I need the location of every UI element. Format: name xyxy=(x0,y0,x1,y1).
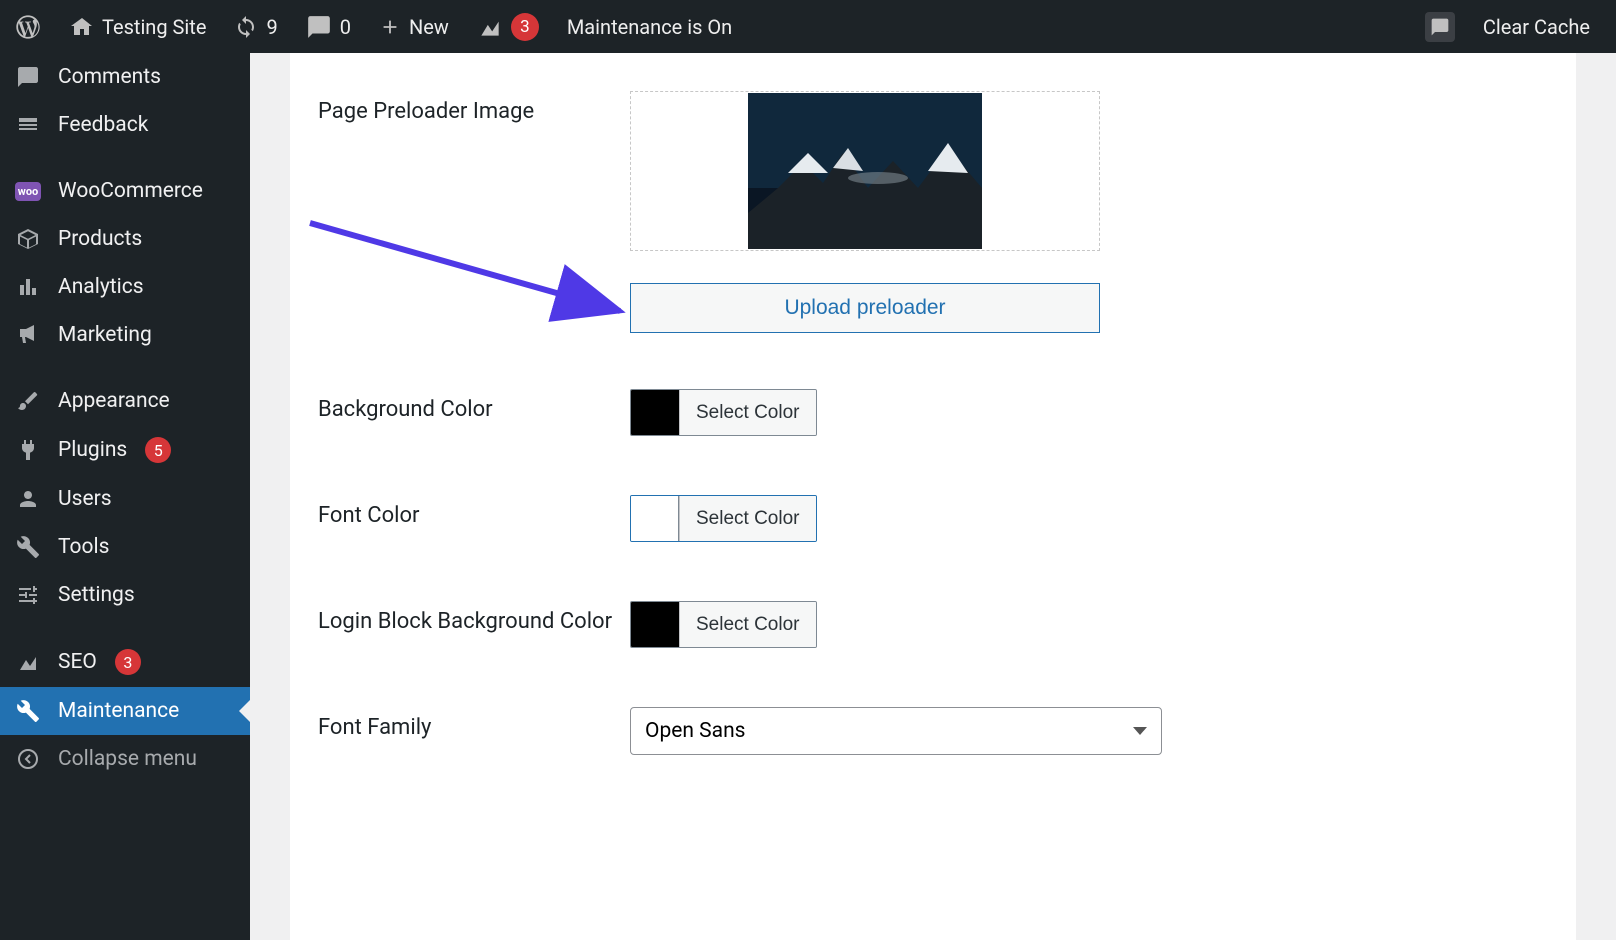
form-icon xyxy=(16,113,40,137)
preloader-thumbnail[interactable] xyxy=(748,93,982,249)
sidebar-item-label: Analytics xyxy=(58,275,144,299)
comment-icon xyxy=(16,65,40,89)
brush-icon xyxy=(16,389,40,413)
sidebar-item-seo[interactable]: SEO 3 xyxy=(0,637,250,687)
wp-logo[interactable] xyxy=(0,0,56,53)
caret-down-icon xyxy=(1133,727,1147,735)
sidebar-item-label: Appearance xyxy=(58,389,170,413)
user-icon xyxy=(16,487,40,511)
refresh-icon xyxy=(234,15,258,39)
yoast-badge: 3 xyxy=(511,13,539,41)
new-content-link[interactable]: New xyxy=(365,0,463,53)
yoast-icon xyxy=(477,14,503,40)
admin-sidebar: Comments Feedback woo WooCommerce Produc… xyxy=(0,53,250,940)
sidebar-item-label: Products xyxy=(58,227,142,251)
collapse-menu[interactable]: Collapse menu xyxy=(0,735,250,783)
wordpress-icon xyxy=(14,13,42,41)
sidebar-item-maintenance[interactable]: Maintenance xyxy=(0,687,250,735)
comment-icon xyxy=(306,14,332,40)
comment-square-icon xyxy=(1430,17,1450,37)
font-color-swatch[interactable] xyxy=(631,496,679,541)
updates-count: 9 xyxy=(266,15,277,39)
new-label: New xyxy=(409,15,449,39)
bg-color-picker: Select Color xyxy=(630,389,817,436)
home-icon xyxy=(70,15,94,39)
sidebar-item-label: Settings xyxy=(58,583,135,607)
sidebar-item-label: Feedback xyxy=(58,113,148,137)
mountain-image-icon xyxy=(748,93,982,249)
sidebar-item-analytics[interactable]: Analytics xyxy=(0,263,250,311)
sidebar-item-appearance[interactable]: Appearance xyxy=(0,377,250,425)
upload-preloader-button[interactable]: Upload preloader xyxy=(630,283,1100,333)
plugins-badge: 5 xyxy=(145,437,171,463)
row-bg-color: Background Color Select Color xyxy=(318,389,1548,439)
font-color-picker: Select Color xyxy=(630,495,817,542)
sidebar-item-label: Collapse menu xyxy=(58,747,197,771)
maintenance-link[interactable]: Maintenance is On xyxy=(553,0,746,53)
font-family-value: Open Sans xyxy=(645,719,746,743)
row-font-family: Font Family Open Sans xyxy=(318,707,1548,755)
login-bg-color-swatch[interactable] xyxy=(631,602,679,647)
plus-icon xyxy=(379,16,401,38)
megaphone-icon xyxy=(16,323,40,347)
sidebar-item-label: SEO xyxy=(58,650,97,674)
sidebar-item-label: Tools xyxy=(58,535,109,559)
font-family-select[interactable]: Open Sans xyxy=(630,707,1162,755)
label-bg-color: Background Color xyxy=(318,389,630,426)
site-title-text: Testing Site xyxy=(102,15,206,39)
sidebar-item-tools[interactable]: Tools xyxy=(0,523,250,571)
sidebar-item-label: Plugins xyxy=(58,438,127,462)
preloader-image-well xyxy=(630,91,1100,251)
wrench-icon xyxy=(16,535,40,559)
label-login-bg-color: Login Block Background Color xyxy=(318,601,630,638)
sidebar-item-label: WooCommerce xyxy=(58,179,203,203)
sidebar-item-comments[interactable]: Comments xyxy=(0,53,250,101)
clear-cache-label: Clear Cache xyxy=(1483,15,1590,39)
login-bg-select-color-button[interactable]: Select Color xyxy=(679,602,816,647)
font-select-color-button[interactable]: Select Color xyxy=(679,496,816,541)
comments-count: 0 xyxy=(340,15,351,39)
updates-link[interactable]: 9 xyxy=(220,0,291,53)
sidebar-item-plugins[interactable]: Plugins 5 xyxy=(0,425,250,475)
sidebar-item-label: Marketing xyxy=(58,323,152,347)
label-preloader: Page Preloader Image xyxy=(318,91,630,128)
bg-color-swatch[interactable] xyxy=(631,390,679,435)
comments-square[interactable] xyxy=(1411,0,1469,53)
settings-card: Page Preloader Image xyxy=(290,53,1576,940)
sidebar-item-label: Maintenance xyxy=(58,699,179,723)
sidebar-item-label: Comments xyxy=(58,65,161,89)
content-area: Page Preloader Image xyxy=(250,53,1616,940)
wrench-icon xyxy=(16,699,40,723)
maintenance-label: Maintenance is On xyxy=(567,15,732,39)
collapse-icon xyxy=(16,747,40,771)
sidebar-item-woocommerce[interactable]: woo WooCommerce xyxy=(0,167,250,215)
sidebar-item-products[interactable]: Products xyxy=(0,215,250,263)
admin-toolbar: Testing Site 9 0 New 3 Maintenance is On… xyxy=(0,0,1616,53)
chart-icon xyxy=(16,275,40,299)
sidebar-item-feedback[interactable]: Feedback xyxy=(0,101,250,149)
site-title-link[interactable]: Testing Site xyxy=(56,0,220,53)
plug-icon xyxy=(16,438,40,462)
row-login-bg-color: Login Block Background Color Select Colo… xyxy=(318,601,1548,651)
bg-select-color-button[interactable]: Select Color xyxy=(679,390,816,435)
row-font-color: Font Color Select Color xyxy=(318,495,1548,545)
sliders-icon xyxy=(16,583,40,607)
label-font-family: Font Family xyxy=(318,707,630,744)
clear-cache-link[interactable]: Clear Cache xyxy=(1469,0,1604,53)
sidebar-item-label: Users xyxy=(58,487,112,511)
yoast-icon xyxy=(16,650,40,674)
label-font-color: Font Color xyxy=(318,495,630,532)
row-preloader: Page Preloader Image xyxy=(318,91,1548,333)
sidebar-item-users[interactable]: Users xyxy=(0,475,250,523)
sidebar-item-marketing[interactable]: Marketing xyxy=(0,311,250,359)
login-bg-color-picker: Select Color xyxy=(630,601,817,648)
seo-badge: 3 xyxy=(115,649,141,675)
box-icon xyxy=(16,227,40,251)
yoast-link[interactable]: 3 xyxy=(463,0,553,53)
comments-link[interactable]: 0 xyxy=(292,0,365,53)
woocommerce-icon: woo xyxy=(15,182,42,201)
sidebar-item-settings[interactable]: Settings xyxy=(0,571,250,619)
